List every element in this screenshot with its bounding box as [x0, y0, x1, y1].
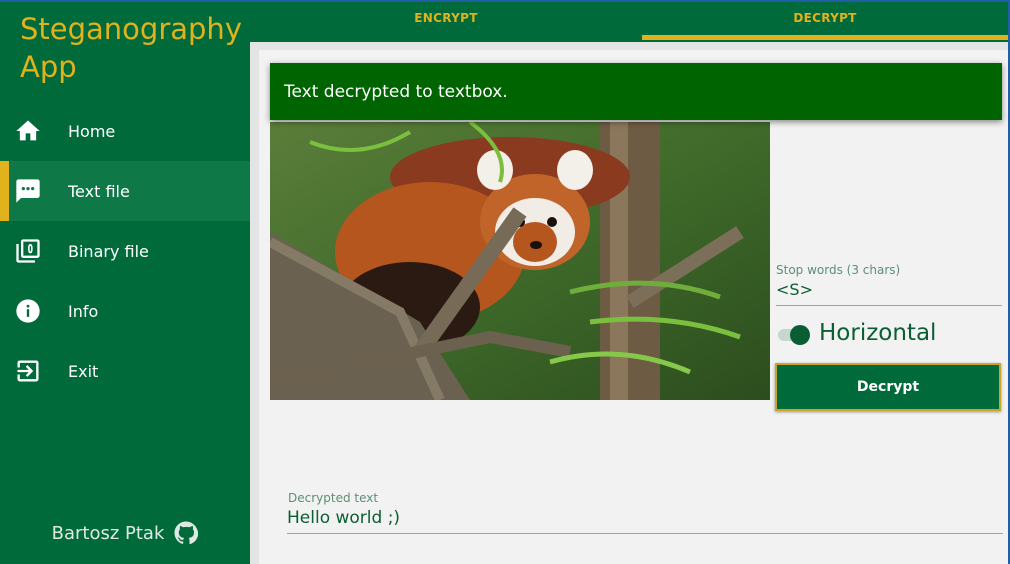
horizontal-toggle[interactable]: [776, 323, 812, 347]
author-name: Bartosz Ptak: [51, 522, 165, 544]
home-icon: [16, 120, 40, 141]
decrypt-panel: Text decrypted to textbox. Stop words (3…: [259, 50, 1008, 564]
stop-words-input[interactable]: <S>: [776, 280, 813, 299]
sidebar-item-binary-file[interactable]: Binary file: [0, 221, 250, 281]
sidebar-item-label: Home: [68, 121, 116, 141]
sidebar: Steganography App Home Text file Binary …: [0, 0, 250, 564]
tab-encrypt[interactable]: ENCRYPT: [258, 0, 634, 42]
active-indicator: [0, 161, 9, 221]
sidebar-footer: Bartosz Ptak: [0, 518, 250, 548]
tab-label: ENCRYPT: [414, 11, 478, 25]
active-tab-indicator: [642, 35, 1008, 40]
decrypt-button[interactable]: Decrypt: [775, 363, 1001, 411]
decrypted-text-underline: [287, 533, 1003, 534]
snackbar-message: Text decrypted to textbox.: [284, 81, 508, 102]
app-title: Steganography App: [20, 12, 242, 84]
sidebar-item-label: Exit: [68, 361, 99, 381]
decrypted-text-label: Decrypted text: [288, 491, 379, 505]
sidebar-item-text-file[interactable]: Text file: [0, 161, 250, 221]
info-icon: [16, 299, 40, 323]
stop-words-label: Stop words (3 chars): [776, 263, 901, 277]
sidebar-item-label: Binary file: [68, 241, 149, 261]
tab-bar: ENCRYPT DECRYPT: [250, 0, 1008, 42]
window-border-top: [0, 0, 1010, 2]
app-window: Steganography App Home Text file Binary …: [0, 0, 1008, 564]
stop-words-underline: [776, 305, 1002, 306]
sidebar-item-home[interactable]: Home: [0, 101, 250, 161]
main-content: Text decrypted to textbox. Stop words (3…: [250, 42, 1008, 564]
tab-decrypt[interactable]: DECRYPT: [642, 0, 1008, 42]
sidebar-item-exit[interactable]: Exit: [0, 341, 250, 401]
sidebar-item-info[interactable]: Info: [0, 281, 250, 341]
red-panda-photo: [270, 122, 770, 400]
decrypted-text-input[interactable]: Hello world ;): [287, 508, 400, 528]
github-icon[interactable]: [174, 521, 199, 545]
binary-file-icon: [16, 239, 40, 263]
snackbar: Text decrypted to textbox.: [270, 63, 1002, 120]
toggle-thumb: [790, 325, 810, 345]
image-preview[interactable]: [270, 122, 770, 400]
sidebar-item-label: Text file: [68, 181, 130, 201]
horizontal-toggle-label: Horizontal: [819, 320, 937, 346]
exit-icon: [17, 360, 39, 382]
sidebar-item-label: Info: [68, 301, 99, 321]
message-icon: [16, 179, 40, 203]
